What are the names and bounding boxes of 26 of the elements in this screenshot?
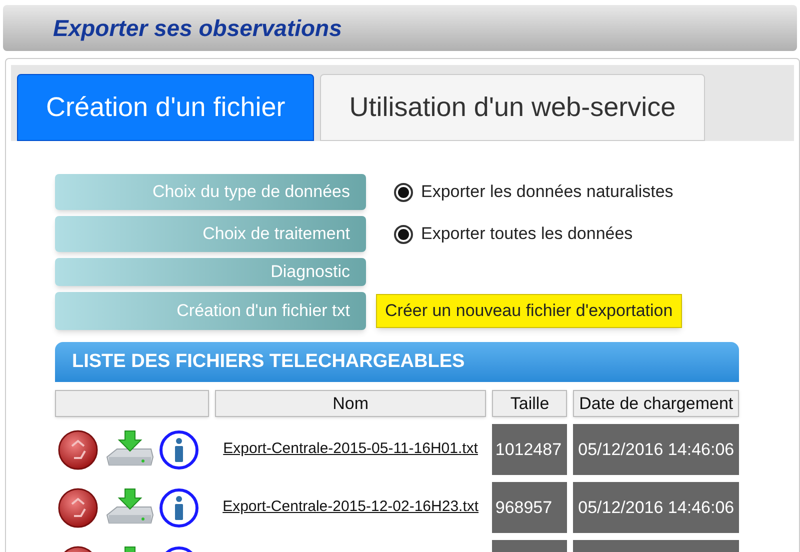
files-list-header: LISTE DES FICHIERS TELECHARGEABLES: [55, 342, 739, 382]
radio-button[interactable]: [394, 182, 413, 202]
step-label: Diagnostic: [55, 258, 366, 286]
step-label: Choix de traitement: [55, 216, 366, 252]
file-link[interactable]: Export-Centrale-2015-12-02-16H23.txt: [222, 496, 479, 519]
radio-button[interactable]: [394, 224, 413, 244]
tab[interactable]: Utilisation d'un web-service: [320, 74, 705, 141]
page-title: Exporter ses observations: [53, 14, 342, 43]
info-icon[interactable]: [159, 430, 199, 470]
step-label: Choix du type de données: [55, 174, 366, 210]
radio-label: Exporter les données naturalistes: [421, 181, 674, 204]
column-header: Nom: [214, 390, 486, 417]
date-cell: 05/12/2016 14:46:06: [573, 424, 739, 475]
size-cell: 968957: [492, 482, 568, 533]
create-export-button[interactable]: Créer un nouveau fichier d'exportation: [376, 294, 682, 328]
radio-label: Exporter toutes les données: [421, 223, 633, 246]
tab[interactable]: Création d'un fichier: [17, 74, 314, 141]
step-label: Création d'un fichier txt: [55, 292, 366, 330]
column-header: Taille: [492, 390, 568, 417]
size-cell: 1012487: [492, 424, 568, 475]
info-icon[interactable]: [159, 488, 199, 528]
date-cell: 05/12/2016 14:46:06: [573, 482, 739, 533]
delete-icon[interactable]: [57, 486, 99, 528]
file-link[interactable]: Export-Centrale-2015-05-11-16H01.txt: [223, 438, 478, 461]
column-header: Date de chargement: [573, 390, 739, 417]
delete-icon[interactable]: [57, 428, 99, 470]
